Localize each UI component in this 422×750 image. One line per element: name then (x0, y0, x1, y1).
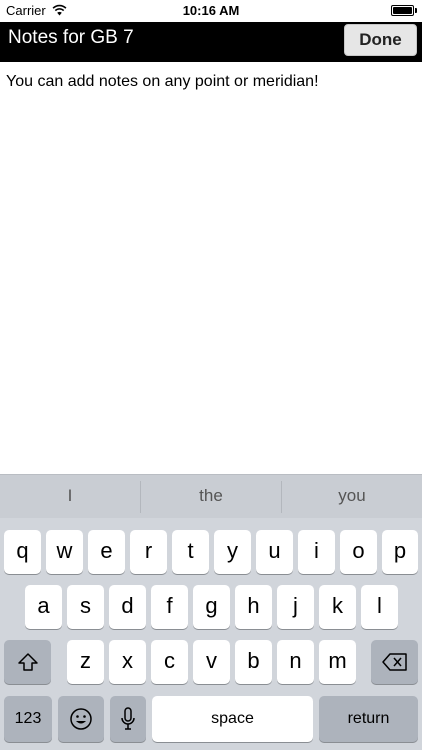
key-z[interactable]: z (67, 640, 104, 684)
suggestion-bar: I the you (0, 474, 422, 518)
battery-icon (391, 5, 414, 16)
microphone-icon (121, 707, 135, 730)
emoji-key[interactable] (58, 696, 104, 742)
done-button[interactable]: Done (344, 24, 417, 56)
shift-icon (17, 653, 38, 671)
key-w[interactable]: w (46, 530, 83, 574)
key-j[interactable]: j (277, 585, 314, 629)
return-key[interactable]: return (319, 696, 418, 742)
battery-tip (415, 8, 417, 13)
key-a[interactable]: a (25, 585, 62, 629)
key-e[interactable]: e (88, 530, 125, 574)
key-h[interactable]: h (235, 585, 272, 629)
status-time: 10:16 AM (182, 3, 240, 18)
key-i[interactable]: i (298, 530, 335, 574)
key-f[interactable]: f (151, 585, 188, 629)
backspace-icon (381, 653, 407, 671)
suggestion-item[interactable]: I (0, 475, 140, 519)
key-u[interactable]: u (256, 530, 293, 574)
page-title: Notes for GB 7 (8, 27, 134, 48)
battery-level-fill (393, 7, 412, 14)
key-p[interactable]: p (382, 530, 418, 574)
key-x[interactable]: x (109, 640, 146, 684)
notes-text: You can add notes on any point or meridi… (6, 73, 319, 90)
emoji-icon (70, 708, 92, 730)
suggestion-item[interactable]: the (141, 475, 281, 519)
numbers-key[interactable]: 123 (4, 696, 52, 742)
suggestion-item[interactable]: you (282, 475, 422, 519)
notes-text-area[interactable]: You can add notes on any point or meridi… (0, 62, 422, 474)
key-b[interactable]: b (235, 640, 272, 684)
space-key[interactable]: space (152, 696, 313, 742)
key-o[interactable]: o (340, 530, 377, 574)
shift-key[interactable] (4, 640, 51, 684)
navigation-header: Notes for GB 7 Done (0, 22, 422, 62)
key-q[interactable]: q (4, 530, 41, 574)
dictation-key[interactable] (110, 696, 146, 742)
key-k[interactable]: k (319, 585, 356, 629)
delete-key[interactable] (371, 640, 418, 684)
key-g[interactable]: g (193, 585, 230, 629)
key-y[interactable]: y (214, 530, 251, 574)
key-d[interactable]: d (109, 585, 146, 629)
key-r[interactable]: r (130, 530, 167, 574)
key-l[interactable]: l (361, 585, 398, 629)
key-n[interactable]: n (277, 640, 314, 684)
key-m[interactable]: m (319, 640, 356, 684)
key-c[interactable]: c (151, 640, 188, 684)
key-t[interactable]: t (172, 530, 209, 574)
key-v[interactable]: v (193, 640, 230, 684)
key-s[interactable]: s (67, 585, 104, 629)
status-bar: Carrier 10:16 AM (0, 0, 422, 22)
keyboard: I the you q w e r t y u i o p a s d f g … (0, 474, 422, 750)
